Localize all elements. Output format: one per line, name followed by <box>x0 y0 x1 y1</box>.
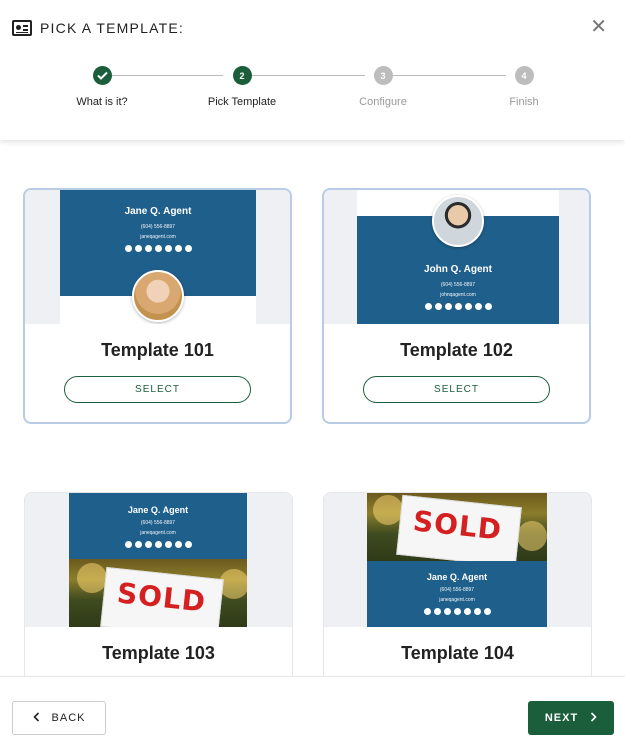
chevron-left-icon <box>32 711 40 725</box>
template-name: Template 102 <box>400 340 513 360</box>
dialog-title: PICK A TEMPLATE: <box>40 20 184 36</box>
template-grid[interactable]: Jane Q. Agent (604) 556-8897 janeqagent.… <box>0 140 625 676</box>
step-label: Configure <box>359 96 407 108</box>
close-icon[interactable]: ✕ <box>590 17 607 37</box>
step-pick-template[interactable]: 2 Pick Template <box>182 66 302 108</box>
step-number: 3 <box>373 66 393 85</box>
sold-sign-photo: SOLD <box>367 493 547 561</box>
agent-email: johnqagent.com <box>440 292 476 298</box>
contact-card-icon <box>12 20 32 36</box>
next-button[interactable]: NEXT <box>528 701 614 735</box>
sold-sign-photo: SOLD <box>69 559 247 627</box>
step-configure: 3 Configure <box>323 66 443 108</box>
agent-email: janeqagent.com <box>140 234 176 240</box>
agent-phone: (604) 556-8897 <box>140 520 176 526</box>
agent-name: John Q. Agent <box>424 264 492 275</box>
template-card-102[interactable]: John Q. Agent (604) 556-8897 johnqagent.… <box>322 188 591 424</box>
agent-phone: (604) 556-8897 <box>140 224 176 230</box>
title-row: PICK A TEMPLATE: <box>12 20 184 36</box>
template-card-101[interactable]: Jane Q. Agent (604) 556-8897 janeqagent.… <box>23 188 292 424</box>
step-finish: 4 Finish <box>464 66 584 108</box>
select-button[interactable]: SELECT <box>363 376 550 403</box>
agent-photo <box>432 195 484 247</box>
stepper: What is it? 2 Pick Template 3 Configure … <box>0 66 625 126</box>
template-preview: SOLD Jane Q. Agent (604) 556-8897 janeqa… <box>324 493 591 627</box>
agent-name: Jane Q. Agent <box>127 505 189 515</box>
step-number: 2 <box>232 66 252 85</box>
template-card-103[interactable]: Jane Q. Agent (604) 556-8897 janeqagent.… <box>24 492 293 676</box>
back-label: BACK <box>51 712 86 724</box>
social-icons <box>357 303 559 310</box>
agent-phone: (604) 556-8897 <box>439 587 475 593</box>
dialog-header: PICK A TEMPLATE: ✕ What is it? 2 Pick Te… <box>0 0 625 140</box>
step-label: Finish <box>509 96 539 108</box>
step-number: 4 <box>514 66 534 85</box>
checkmark-icon <box>92 66 112 85</box>
back-button[interactable]: BACK <box>12 701 106 735</box>
template-card-104[interactable]: SOLD Jane Q. Agent (604) 556-8897 janeqa… <box>323 492 592 676</box>
next-label: NEXT <box>544 712 579 724</box>
agent-name: Jane Q. Agent <box>426 572 488 582</box>
template-preview: Jane Q. Agent (604) 556-8897 janeqagent.… <box>25 190 290 324</box>
agent-phone: (604) 556-8897 <box>440 282 476 288</box>
signature-banner: Jane Q. Agent (604) 556-8897 janeqagent.… <box>69 493 247 559</box>
select-button[interactable]: SELECT <box>64 376 251 403</box>
social-icons <box>69 541 247 548</box>
step-label: What is it? <box>76 96 128 108</box>
template-name: Template 103 <box>102 643 215 663</box>
step-label: Pick Template <box>207 96 277 108</box>
agent-email: janeqagent.com <box>439 597 475 603</box>
step-what-is-it[interactable]: What is it? <box>42 66 162 108</box>
agent-name: Jane Q. Agent <box>124 206 192 217</box>
social-icons <box>60 245 256 252</box>
template-name: Template 101 <box>101 340 214 360</box>
template-preview: Jane Q. Agent (604) 556-8897 janeqagent.… <box>25 493 292 627</box>
dialog-footer: BACK NEXT <box>0 676 625 739</box>
agent-photo <box>132 270 184 322</box>
template-preview: John Q. Agent (604) 556-8897 johnqagent.… <box>324 190 589 324</box>
chevron-right-icon <box>590 711 597 725</box>
social-icons <box>367 608 547 615</box>
signature-banner: Jane Q. Agent (604) 556-8897 janeqagent.… <box>367 561 547 627</box>
template-name: Template 104 <box>401 643 514 663</box>
agent-email: janeqagent.com <box>140 530 176 536</box>
